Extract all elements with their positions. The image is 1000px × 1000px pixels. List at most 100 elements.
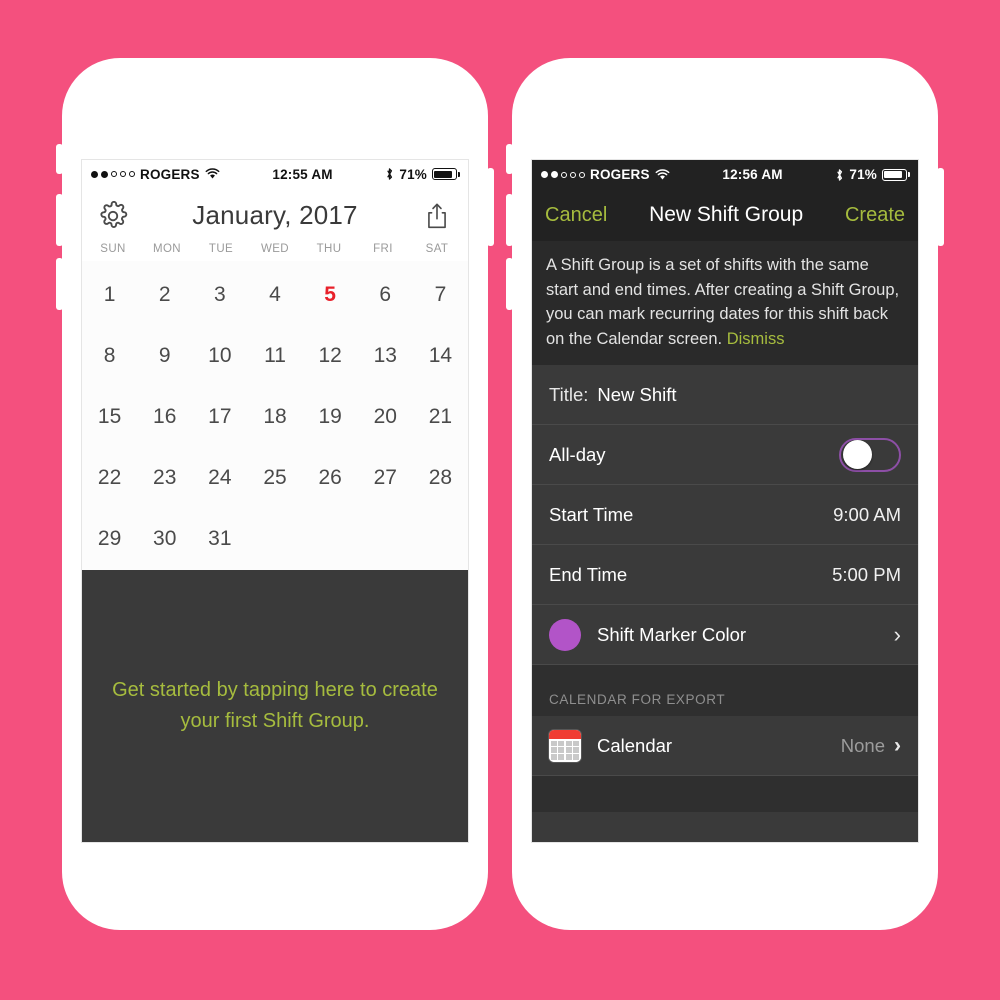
weekday-label: MON	[152, 242, 182, 255]
row-shift-marker-color[interactable]: Shift Marker Color ›	[532, 605, 918, 665]
calendar-day-16[interactable]: 16	[137, 387, 192, 448]
calendar-header: January, 2017	[82, 188, 468, 243]
page-title: New Shift Group	[649, 203, 804, 226]
weekday-label: TUE	[208, 242, 234, 255]
cancel-button[interactable]: Cancel	[545, 204, 607, 227]
calendar-day-20[interactable]: 20	[358, 387, 413, 448]
calendar-day-24[interactable]: 24	[192, 448, 247, 509]
weekday-label: FRI	[373, 242, 393, 255]
calendar-day-10[interactable]: 10	[192, 326, 247, 387]
info-banner: A Shift Group is a set of shifts with th…	[532, 241, 918, 365]
volume-up-button[interactable]	[506, 194, 513, 246]
weekday-label: SUN	[100, 242, 126, 255]
calendar-day-8[interactable]: 8	[82, 326, 137, 387]
carrier-label: ROGERS	[590, 167, 650, 182]
calendar-day-18[interactable]: 18	[247, 387, 302, 448]
start-time-label: Start Time	[549, 503, 634, 525]
all-day-toggle[interactable]	[839, 437, 901, 472]
calendar-day-5[interactable]: 5	[303, 265, 358, 326]
calendar-day-empty	[358, 509, 413, 570]
calendar-day-25[interactable]: 25	[247, 448, 302, 509]
volume-down-button[interactable]	[56, 258, 63, 310]
calendar-value: None	[840, 734, 885, 756]
shift-marker-color-label: Shift Marker Color	[597, 623, 747, 645]
calendar-day-21[interactable]: 21	[413, 387, 468, 448]
calendar-day-23[interactable]: 23	[137, 448, 192, 509]
clock-label: 12:55 AM	[272, 166, 333, 182]
weekday-label: SAT	[425, 242, 449, 255]
bluetooth-icon	[837, 168, 843, 181]
calendar-day-14[interactable]: 14	[413, 326, 468, 387]
signal-strength-icon	[91, 170, 135, 178]
calendar-day-22[interactable]: 22	[82, 448, 137, 509]
page-title: January, 2017	[192, 200, 358, 231]
calendar-day-29[interactable]: 29	[82, 509, 137, 570]
navigation-bar: Cancel New Shift Group Create	[532, 189, 918, 241]
battery-icon	[882, 168, 910, 181]
silent-switch-button[interactable]	[56, 144, 63, 174]
volume-down-button[interactable]	[506, 258, 513, 310]
form-filler	[532, 812, 918, 842]
battery-icon	[432, 168, 460, 181]
color-swatch-icon	[549, 618, 581, 651]
calendar-day-19[interactable]: 19	[303, 387, 358, 448]
calendar-day-17[interactable]: 17	[192, 387, 247, 448]
calendar-day-12[interactable]: 12	[303, 326, 358, 387]
end-time-value[interactable]: 5:00 PM	[832, 564, 901, 586]
create-button[interactable]: Create	[845, 204, 905, 227]
battery-percent-label: 71%	[399, 166, 427, 182]
row-calendar-export[interactable]: Calendar None ›	[532, 716, 918, 776]
power-button[interactable]	[937, 168, 944, 246]
row-title[interactable]: Title: New Shift	[532, 365, 918, 425]
empty-state-cta[interactable]: Get started by tapping here to create yo…	[82, 569, 468, 842]
calendar-day-30[interactable]: 30	[137, 509, 192, 570]
weekday-label: THU	[316, 242, 342, 255]
calendar-day-31[interactable]: 31	[192, 509, 247, 570]
calendar-day-6[interactable]: 6	[358, 265, 413, 326]
calendar-day-27[interactable]: 27	[358, 448, 413, 509]
calendar-day-2[interactable]: 2	[137, 265, 192, 326]
calendar-label: Calendar	[597, 734, 673, 756]
calendar-icon	[549, 729, 581, 762]
gear-icon[interactable]	[96, 199, 130, 233]
silent-switch-button[interactable]	[506, 144, 513, 174]
row-start-time[interactable]: Start Time 9:00 AM	[532, 485, 918, 545]
carrier-label: ROGERS	[140, 166, 200, 182]
share-icon[interactable]	[420, 199, 454, 233]
row-end-time[interactable]: End Time 5:00 PM	[532, 545, 918, 605]
title-input[interactable]: New Shift	[597, 384, 676, 406]
calendar-day-grid[interactable]: 1 2 3 4 5 6 7 8 9 10 11 12 13 14 15 16 17 18 19 20 21 22 23 24 2…	[82, 260, 468, 570]
weekday-label: WED	[260, 242, 290, 255]
calendar-day-empty	[303, 509, 358, 570]
weekday-header-row: SUN MON TUE WED THU FRI SAT	[82, 242, 468, 261]
start-time-value[interactable]: 9:00 AM	[833, 504, 901, 526]
calendar-day-11[interactable]: 11	[247, 326, 302, 387]
calendar-day-13[interactable]: 13	[358, 326, 413, 387]
calendar-day-empty	[247, 509, 302, 570]
dismiss-link[interactable]: Dismiss	[727, 330, 785, 348]
power-button[interactable]	[487, 168, 494, 246]
section-header-calendar-for-export: CALENDAR FOR EXPORT	[532, 665, 918, 716]
calendar-day-1[interactable]: 1	[82, 265, 137, 326]
status-bar-left: ROGERS 12:55 AM 71%	[82, 160, 468, 189]
phone-left: ROGERS 12:55 AM 71% January, 2017 SUN MO…	[56, 58, 494, 930]
left-screen: ROGERS 12:55 AM 71% January, 2017 SUN MO…	[82, 160, 468, 842]
calendar-day-7[interactable]: 7	[413, 265, 468, 326]
right-screen: ROGERS 12:56 AM 71% Cancel New Shift Gro…	[532, 160, 918, 842]
chevron-right-icon: ›	[893, 621, 901, 647]
section-gap	[532, 776, 918, 812]
wifi-icon	[655, 168, 670, 179]
calendar-day-28[interactable]: 28	[413, 448, 468, 509]
calendar-day-26[interactable]: 26	[303, 448, 358, 509]
volume-up-button[interactable]	[56, 194, 63, 246]
row-all-day[interactable]: All-day	[532, 425, 918, 485]
calendar-day-15[interactable]: 15	[82, 387, 137, 448]
battery-percent-label: 71%	[849, 167, 877, 182]
toggle-knob	[843, 440, 872, 469]
title-label: Title:	[549, 383, 589, 405]
calendar-day-4[interactable]: 4	[247, 265, 302, 326]
calendar-day-3[interactable]: 3	[192, 265, 247, 326]
phone-right: ROGERS 12:56 AM 71% Cancel New Shift Gro…	[506, 58, 944, 930]
calendar-day-empty	[413, 509, 468, 570]
calendar-day-9[interactable]: 9	[137, 326, 192, 387]
